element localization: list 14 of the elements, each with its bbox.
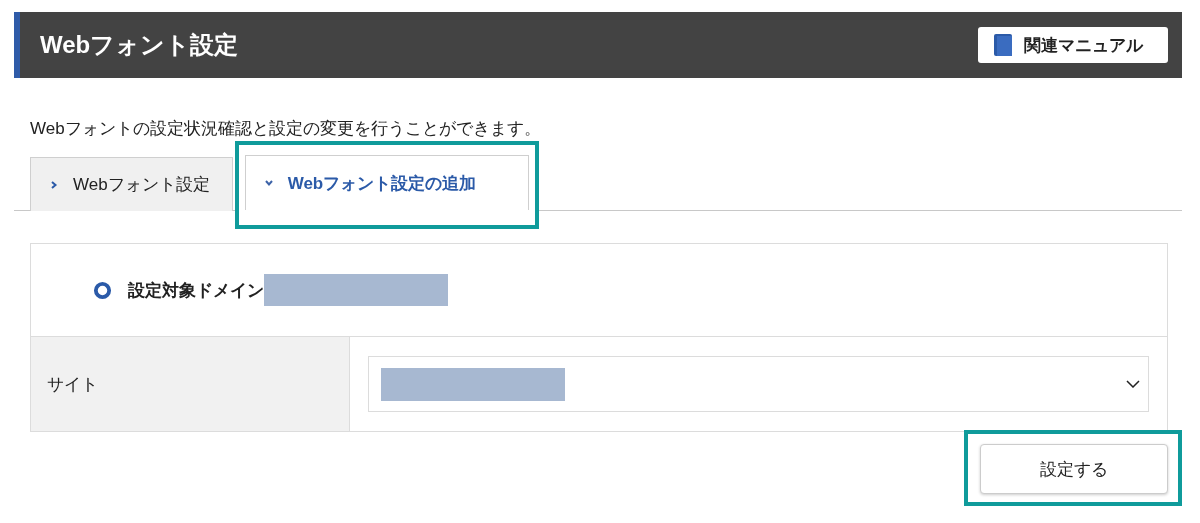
tab[interactable]: Webフォント設定の追加 (244, 155, 529, 210)
domain-heading: 設定対象ドメイン (128, 279, 264, 302)
book-icon (994, 34, 1012, 56)
page-title: Webフォント設定 (40, 30, 239, 60)
caret-icon (1126, 380, 1140, 388)
site-select[interactable] (368, 356, 1149, 412)
radio-ring-icon (93, 280, 112, 300)
form-label: サイト (31, 337, 350, 431)
submit-button[interactable]: 設定する (980, 444, 1168, 494)
tab[interactable]: Webフォント設定 (30, 157, 233, 211)
chevron-down-icon (263, 178, 274, 188)
description-text: Webフォントの設定状況確認と設定の変更を行うことができます。 (30, 118, 542, 140)
chevron-right-icon (49, 179, 59, 190)
manual-button[interactable]: 関連マニュアル (978, 27, 1168, 63)
